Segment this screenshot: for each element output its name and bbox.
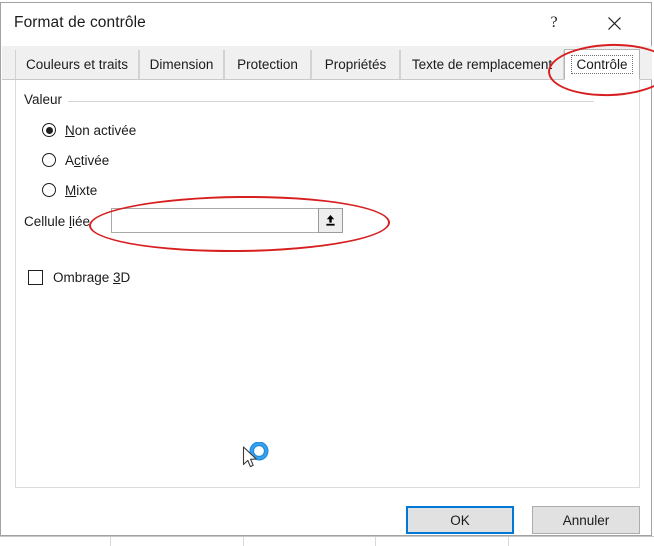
linked-cell-label-before: Cellule <box>24 214 70 229</box>
tab-content-panel: Valeur Non activée Activée Mixte Cellule… <box>15 80 640 488</box>
linked-cell-input[interactable] <box>112 209 319 232</box>
sheet-cell-separator <box>110 537 111 546</box>
dialog-titlebar[interactable]: Format de contrôle ? <box>1 3 651 46</box>
sheet-cell-separator <box>243 537 244 546</box>
tab-protection[interactable]: Protection <box>224 50 311 79</box>
group-box-legend: Valeur <box>24 92 69 107</box>
collapse-dialog-icon[interactable] <box>318 208 343 233</box>
radio-indicator[interactable] <box>42 123 56 137</box>
radio-label: Non activée <box>65 123 136 138</box>
close-icon[interactable] <box>591 3 637 43</box>
checkbox-indicator[interactable] <box>28 270 43 285</box>
radio-label-text: on activée <box>74 122 137 138</box>
ok-button[interactable]: OK <box>406 506 514 534</box>
shadow-3d-checkbox-row[interactable]: Ombrage 3D <box>28 270 130 285</box>
tab-label: Texte de remplacement <box>411 57 553 72</box>
sheet-cell-separator <box>508 537 509 546</box>
tab-label: Dimension <box>149 57 214 72</box>
sheet-cell-separator <box>375 537 376 546</box>
shadow-label-before: Ombrage <box>53 270 114 285</box>
radio-option-mixte[interactable]: Mixte <box>42 180 97 200</box>
linked-cell-field-wrapper <box>111 208 343 233</box>
radio-label-text: tivée <box>80 152 110 168</box>
accelerator-char: c <box>74 152 81 168</box>
sheet-gridline <box>0 536 654 537</box>
tab-label: Propriétés <box>324 57 387 72</box>
cancel-button[interactable]: Annuler <box>532 506 640 534</box>
radio-option-activee[interactable]: Activée <box>42 150 109 170</box>
radio-option-non-activee[interactable]: Non activée <box>42 120 136 140</box>
shadow-label-after: D <box>120 270 131 285</box>
radio-label: Activée <box>65 153 109 168</box>
tab-strip: Couleurs et traits Dimension Protection … <box>2 46 652 80</box>
linked-cell-label: Cellule liée <box>24 214 90 229</box>
tab-label: Couleurs et traits <box>25 57 129 72</box>
tab-texte-de-remplacement[interactable]: Texte de remplacement <box>400 50 564 79</box>
group-box-line <box>24 101 594 102</box>
help-icon[interactable]: ? <box>531 3 577 43</box>
tab-couleurs-et-traits[interactable]: Couleurs et traits <box>15 50 139 79</box>
tab-label: Contrôle <box>571 55 633 74</box>
format-control-dialog: Format de contrôle ? Couleurs et traits … <box>0 2 652 536</box>
tab-controle[interactable]: Contrôle <box>564 49 640 80</box>
tab-proprietes[interactable]: Propriétés <box>311 50 400 79</box>
accelerator-char: N <box>65 122 75 138</box>
accelerator-char: 3 <box>113 270 121 285</box>
radio-indicator[interactable] <box>42 153 56 167</box>
accelerator-char: M <box>65 182 77 198</box>
tab-label: Protection <box>237 57 298 72</box>
radio-label-text-before: A <box>65 152 75 168</box>
shadow-3d-label: Ombrage 3D <box>53 270 130 285</box>
radio-label: Mixte <box>65 183 97 198</box>
linked-cell-label-after: iée <box>72 214 91 229</box>
radio-indicator[interactable] <box>42 183 56 197</box>
tab-dimension[interactable]: Dimension <box>139 50 224 79</box>
radio-label-text: ixte <box>76 182 98 198</box>
dialog-title: Format de contrôle <box>14 14 146 31</box>
